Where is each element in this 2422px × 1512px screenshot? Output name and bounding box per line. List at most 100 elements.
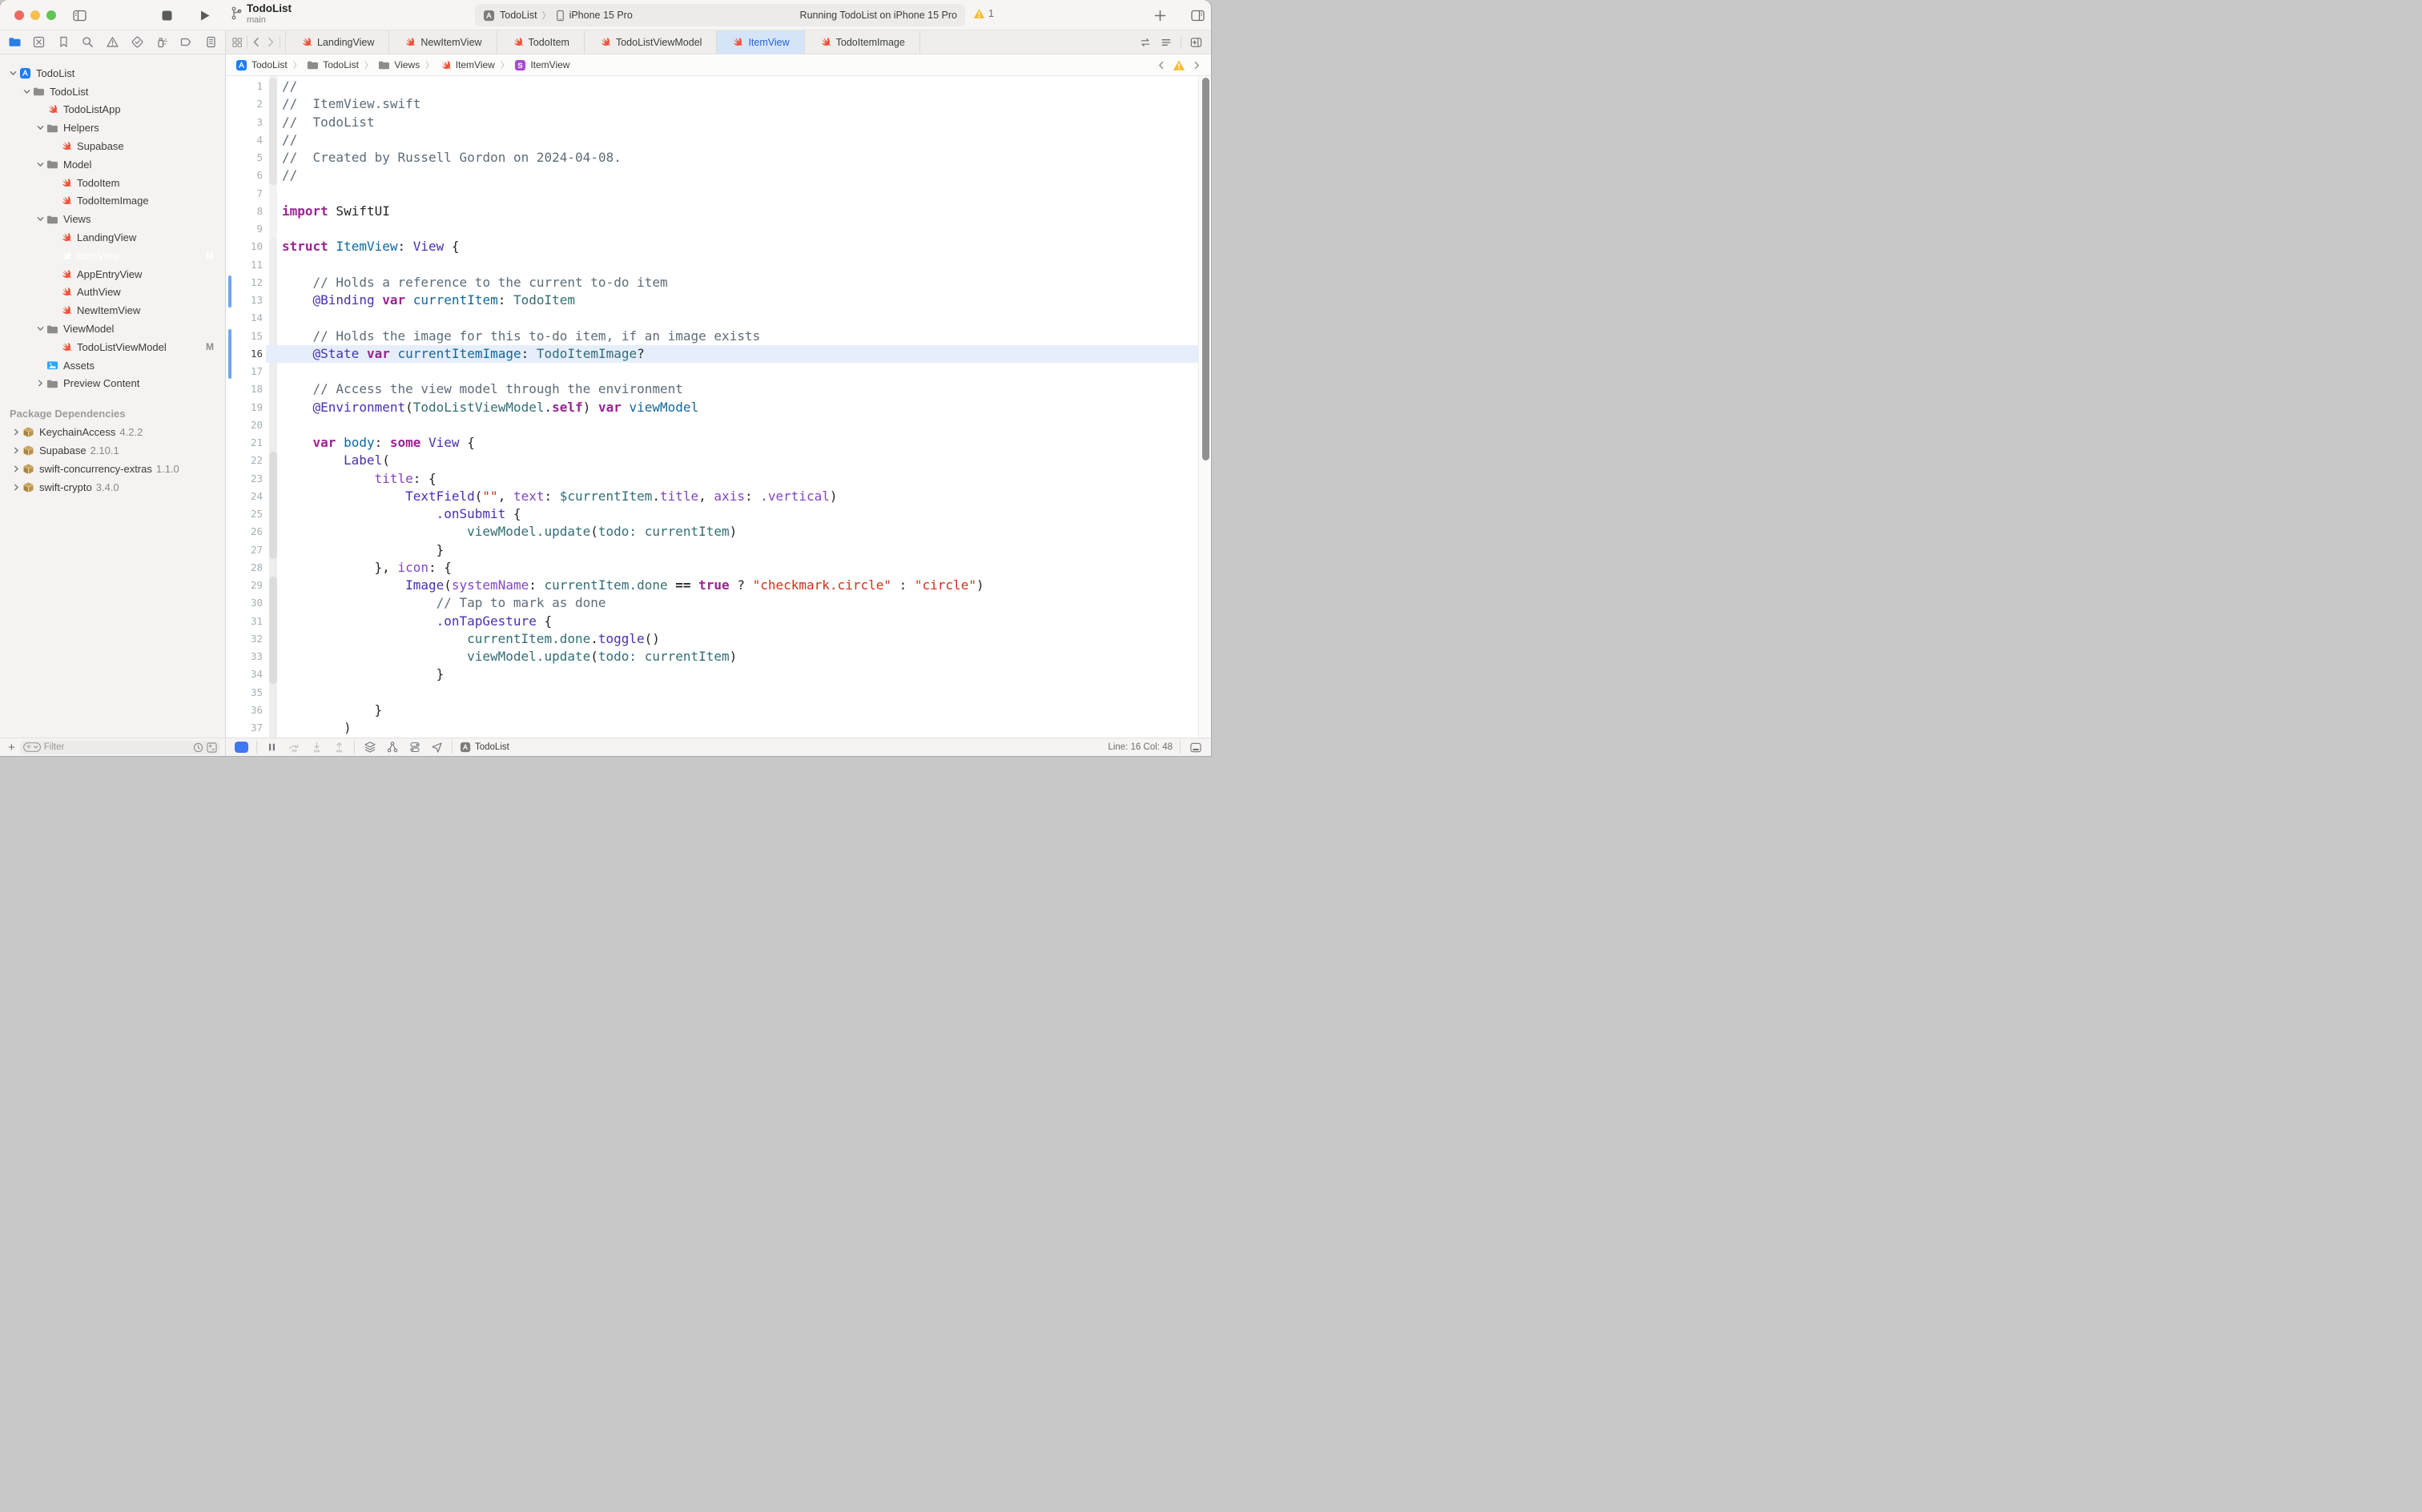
swap-counterpart-icon[interactable]: [1139, 36, 1152, 49]
recent-files-icon[interactable]: [193, 742, 203, 753]
code-line-22[interactable]: 22Label(: [226, 452, 1211, 469]
pause-execution-icon[interactable]: [264, 741, 280, 754]
code-line-20[interactable]: 20: [226, 416, 1211, 434]
step-over-icon[interactable]: [287, 741, 302, 754]
chevron-closed-icon[interactable]: [11, 428, 22, 436]
code-line-18[interactable]: 18// Access the view model through the e…: [226, 380, 1211, 398]
code-line-12[interactable]: 12// Holds a reference to the current to…: [226, 274, 1211, 292]
source-editor[interactable]: 1//2// ItemView.swift3// TodoList4//5// …: [226, 76, 1211, 738]
report-navigator-icon[interactable]: [203, 34, 219, 50]
breakpoint-navigator-icon[interactable]: [178, 34, 194, 50]
minimize-window-button[interactable]: [30, 10, 40, 20]
scrollbar-thumb[interactable]: [1202, 78, 1209, 460]
bookmarks-navigator-icon[interactable]: [55, 34, 71, 50]
issue-navigator-icon[interactable]: [105, 34, 121, 50]
chevron-closed-icon[interactable]: [11, 484, 22, 491]
previous-issue-icon[interactable]: [1157, 60, 1166, 70]
source-control-change-bar[interactable]: [228, 275, 231, 308]
code-line-29[interactable]: 29Image(systemName: currentItem.done == …: [226, 577, 1211, 594]
sidebar-item-Assets[interactable]: Assets: [0, 356, 225, 375]
code-line-31[interactable]: 31.onTapGesture {: [226, 613, 1211, 630]
sidebar-item-TodoList[interactable]: TodoList: [0, 82, 225, 101]
tab-TodoListViewModel[interactable]: TodoListViewModel: [585, 30, 717, 54]
package-item-Supabase[interactable]: Supabase2.10.1: [0, 441, 225, 460]
related-items-icon[interactable]: [231, 36, 243, 49]
source-control-navigator-icon[interactable]: [31, 34, 47, 50]
step-out-icon[interactable]: [332, 741, 347, 754]
tab-TodoItemImage[interactable]: TodoItemImage: [805, 30, 920, 54]
test-navigator-icon[interactable]: [129, 34, 145, 50]
toggle-debug-area-icon[interactable]: [1188, 741, 1203, 754]
find-navigator-icon[interactable]: [80, 34, 96, 50]
sidebar-item-TodoListApp[interactable]: TodoListApp: [0, 101, 225, 119]
sidebar-item-LandingView[interactable]: LandingView: [0, 228, 225, 247]
code-line-30[interactable]: 30// Tap to mark as done: [226, 594, 1211, 612]
chevron-open-icon[interactable]: [35, 215, 46, 223]
sidebar-item-TodoItemImage[interactable]: TodoItemImage: [0, 192, 225, 211]
code-line-5[interactable]: 5// Created by Russell Gordon on 2024-04…: [226, 149, 1211, 167]
code-line-23[interactable]: 23title: {: [226, 470, 1211, 488]
code-line-25[interactable]: 25.onSubmit {: [226, 505, 1211, 523]
code-line-37[interactable]: 37): [226, 719, 1211, 737]
debug-navigator-icon[interactable]: [154, 34, 170, 50]
run-button[interactable]: [196, 6, 214, 24]
code-line-10[interactable]: 10struct ItemView: View {: [226, 238, 1211, 255]
tab-TodoItem[interactable]: TodoItem: [497, 30, 585, 54]
sidebar-item-ItemView[interactable]: ItemViewM: [0, 247, 225, 265]
code-line-3[interactable]: 3// TodoList: [226, 114, 1211, 131]
code-line-16[interactable]: 16@State var currentItemImage: TodoItemI…: [226, 345, 1211, 363]
step-into-icon[interactable]: [309, 741, 324, 754]
chevron-open-icon[interactable]: [8, 70, 18, 77]
code-line-4[interactable]: 4//: [226, 131, 1211, 149]
sidebar-item-TodoItem[interactable]: TodoItem: [0, 174, 225, 192]
sidebar-item-Helpers[interactable]: Helpers: [0, 119, 225, 137]
code-line-33[interactable]: 33viewModel.update(todo: currentItem): [226, 648, 1211, 666]
source-control-filter-icon[interactable]: [207, 742, 217, 753]
code-line-2[interactable]: 2// ItemView.swift: [226, 95, 1211, 113]
simulate-location-icon[interactable]: [429, 741, 445, 754]
add-file-icon[interactable]: +: [8, 742, 15, 754]
stop-button[interactable]: [158, 6, 175, 24]
chevron-closed-icon[interactable]: [11, 465, 22, 472]
sidebar-item-TodoList[interactable]: TodoList: [0, 64, 225, 82]
breadcrumb-item-Views[interactable]: Views: [378, 59, 420, 70]
breadcrumb-item-TodoList[interactable]: TodoList: [235, 59, 288, 71]
code-line-6[interactable]: 6//: [226, 167, 1211, 184]
close-window-button[interactable]: [14, 10, 24, 20]
source-control-change-bar[interactable]: [228, 329, 231, 380]
scheme-selector[interactable]: TodoList 〉 iPhone 15 Pro Running TodoLis…: [475, 4, 965, 26]
running-app-badge[interactable]: TodoList: [460, 742, 509, 753]
package-item-KeychainAccess[interactable]: KeychainAccess4.2.2: [0, 423, 225, 441]
warning-count-badge[interactable]: 1: [973, 8, 994, 19]
environment-overrides-icon[interactable]: [407, 741, 422, 754]
add-editor-icon[interactable]: [1189, 36, 1203, 49]
sidebar-item-AuthView[interactable]: AuthView: [0, 284, 225, 302]
sidebar-item-ViewModel[interactable]: ViewModel: [0, 320, 225, 338]
filter-menu-icon[interactable]: [23, 742, 41, 752]
breakpoints-toggle-button[interactable]: [234, 741, 249, 754]
code-line-13[interactable]: 13@Binding var currentItem: TodoItem: [226, 292, 1211, 309]
code-line-26[interactable]: 26viewModel.update(todo: currentItem): [226, 523, 1211, 541]
view-hierarchy-icon[interactable]: [362, 741, 377, 754]
code-line-27[interactable]: 27}: [226, 541, 1211, 559]
go-back-icon[interactable]: [251, 36, 262, 48]
code-line-21[interactable]: 21var body: some View {: [226, 434, 1211, 452]
memory-graph-icon[interactable]: [384, 741, 400, 754]
package-item-swift-crypto[interactable]: swift-crypto3.4.0: [0, 478, 225, 497]
code-line-24[interactable]: 24TextField("", text: $currentItem.title…: [226, 488, 1211, 505]
sidebar-item-Preview Content[interactable]: Preview Content: [0, 375, 225, 393]
code-line-15[interactable]: 15// Holds the image for this to-do item…: [226, 328, 1211, 345]
code-line-32[interactable]: 32currentItem.done.toggle(): [226, 630, 1211, 648]
sidebar-item-Model[interactable]: Model: [0, 155, 225, 174]
editor-options-icon[interactable]: [1160, 36, 1173, 49]
code-line-1[interactable]: 1//: [226, 78, 1211, 95]
project-navigator-icon[interactable]: [6, 34, 22, 50]
sidebar-item-Supabase[interactable]: Supabase: [0, 137, 225, 155]
code-line-19[interactable]: 19@Environment(TodoListViewModel.self) v…: [226, 399, 1211, 416]
chevron-open-icon[interactable]: [35, 325, 46, 332]
code-line-28[interactable]: 28}, icon: {: [226, 559, 1211, 577]
chevron-open-icon[interactable]: [35, 161, 46, 168]
next-issue-icon[interactable]: [1192, 60, 1201, 70]
tab-ItemView[interactable]: ItemView: [717, 30, 804, 54]
chevron-closed-icon[interactable]: [11, 447, 22, 454]
